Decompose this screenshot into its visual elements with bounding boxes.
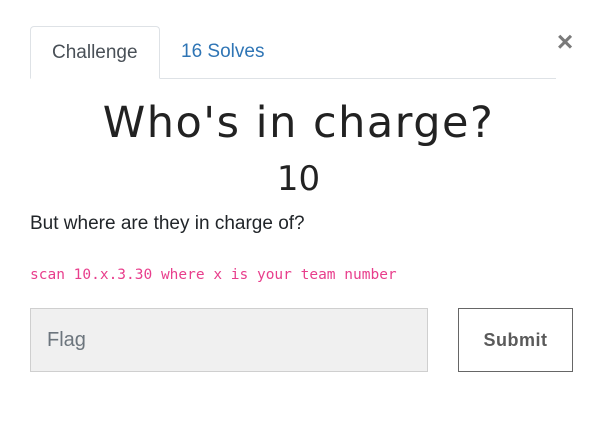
challenge-code-hint: scan 10.x.3.30 where x is your team numb…: [30, 267, 397, 283]
challenge-modal: × Challenge 16 Solves Who's in charge? 1…: [0, 0, 597, 422]
submit-button[interactable]: Submit: [458, 308, 573, 372]
close-icon[interactable]: ×: [553, 28, 577, 56]
tab-challenge[interactable]: Challenge: [30, 26, 160, 79]
challenge-points: 10: [276, 159, 321, 199]
challenge-description: But where are they in charge of?: [30, 213, 305, 234]
tab-bar: Challenge 16 Solves: [30, 26, 556, 79]
flag-input[interactable]: [30, 308, 428, 372]
tab-solves[interactable]: 16 Solves: [160, 26, 285, 77]
challenge-title: Who's in charge?: [102, 98, 495, 148]
